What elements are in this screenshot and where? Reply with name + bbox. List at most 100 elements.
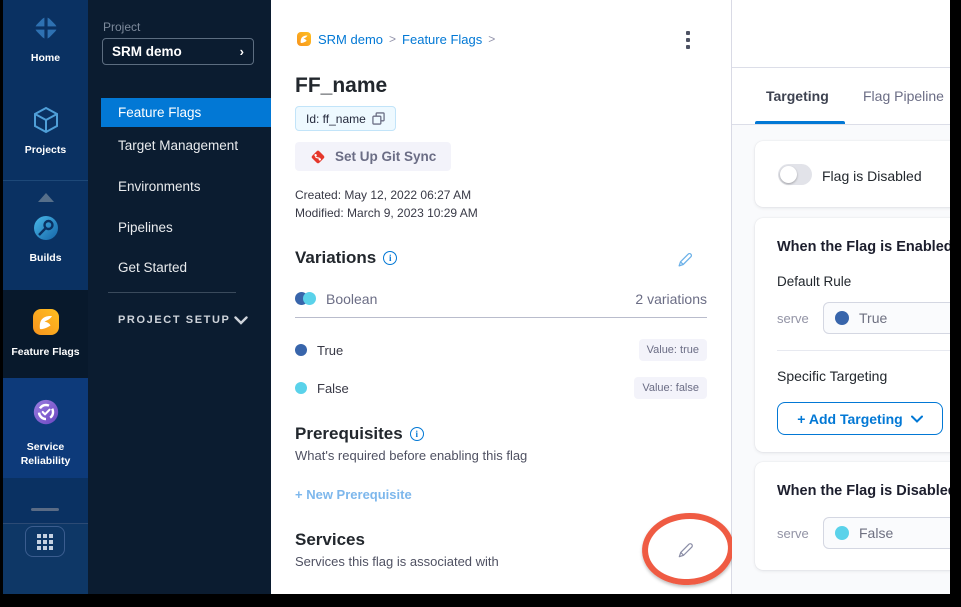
project-selector-value: SRM demo (112, 44, 182, 59)
modified-timestamp: Modified: March 9, 2023 10:29 AM (295, 206, 478, 220)
rail-label-home: Home (31, 52, 60, 64)
flag-state-card: Flag is Disabled (755, 141, 950, 207)
enabled-section-heading: When the Flag is Enabled (777, 239, 950, 255)
default-rule-label: Default Rule (777, 274, 851, 289)
chevron-down-icon (911, 415, 923, 423)
edit-variations-button[interactable] (676, 251, 694, 274)
variations-divider (295, 317, 707, 318)
true-value-badge: Value: true (639, 339, 707, 361)
flag-detail-main: SRM demo > Feature Flags > FF_name Id: f… (271, 0, 732, 594)
info-icon[interactable]: i (410, 427, 424, 441)
scroll-up-caret[interactable] (38, 193, 54, 202)
flag-options-menu-button[interactable] (679, 30, 697, 52)
set-up-git-sync-button[interactable]: Set Up Git Sync (295, 142, 451, 171)
info-icon[interactable]: i (383, 251, 397, 265)
projects-icon (30, 104, 62, 139)
panel-tabs: Targeting Flag Pipeline (732, 68, 950, 125)
rail-label-feature-flags: Feature Flags (11, 346, 79, 358)
card-divider (777, 350, 950, 351)
project-sidebar: Project SRM demo › Feature Flags Target … (88, 0, 271, 594)
rail-divider (3, 180, 88, 181)
rail-item-feature-flags[interactable]: Feature Flags (3, 306, 88, 358)
rail-bottom-section (3, 523, 88, 594)
true-variation-dot (835, 311, 849, 325)
chevron-right-icon: › (240, 44, 244, 59)
edit-services-button[interactable] (676, 541, 695, 565)
breadcrumb: SRM demo > Feature Flags > (296, 31, 495, 47)
rail-item-home[interactable]: Home (3, 12, 88, 64)
sidebar-item-environments[interactable]: Environments (101, 172, 271, 201)
tab-flag-pipeline[interactable]: Flag Pipeline (863, 88, 944, 104)
rail-item-service-reliability[interactable]: Service Reliability (3, 397, 88, 468)
disabled-rules-card: When the Flag is Disabled serve False (755, 462, 950, 570)
variation-type-label: Boolean (326, 291, 377, 307)
git-icon (310, 149, 326, 165)
boolean-type-icon (295, 292, 317, 306)
created-timestamp: Created: May 12, 2022 06:27 AM (295, 188, 471, 202)
enabled-rules-card: When the Flag is Enabled Default Rule se… (755, 218, 950, 452)
project-section-label: Project (103, 20, 140, 34)
services-description: Services this flag is associated with (295, 554, 499, 569)
module-rail: Home Projects (3, 0, 88, 594)
serve-true-dropdown[interactable]: True (823, 302, 950, 334)
sidebar-item-target-management[interactable]: Target Management (101, 131, 271, 160)
rail-label-reliability: Reliability (21, 455, 71, 467)
grid-icon (37, 534, 53, 550)
active-tab-indicator (755, 121, 845, 124)
variation-row-false: False Value: false (295, 377, 707, 399)
pencil-icon (676, 541, 695, 560)
flag-enabled-toggle[interactable] (778, 164, 812, 185)
breadcrumb-logo-icon (296, 31, 312, 47)
breadcrumb-separator: > (488, 32, 495, 46)
module-switcher-button[interactable] (25, 526, 65, 557)
rail-item-builds[interactable]: Builds (3, 212, 88, 264)
tab-targeting[interactable]: Targeting (766, 88, 829, 104)
variation-count: 2 variations (635, 291, 707, 307)
collapse-handle[interactable] (31, 508, 59, 511)
rail-item-projects[interactable]: Projects (3, 104, 88, 156)
builds-icon (30, 212, 62, 247)
add-targeting-button[interactable]: + Add Targeting (777, 402, 943, 435)
disabled-section-heading: When the Flag is Disabled (777, 483, 950, 499)
breadcrumb-section-link[interactable]: Feature Flags (402, 32, 482, 47)
project-setup-toggle[interactable]: PROJECT SETUP (118, 314, 248, 326)
serve-false-dropdown[interactable]: False (823, 517, 950, 549)
panel-body: Flag is Disabled When the Flag is Enable… (732, 125, 950, 594)
panel-header (732, 0, 950, 68)
variations-heading: Variations i (295, 248, 397, 268)
specific-targeting-label: Specific Targeting (777, 368, 887, 384)
sidebar-item-pipelines[interactable]: Pipelines (101, 213, 271, 242)
variation-type-row: Boolean 2 variations (295, 291, 707, 307)
default-rule-serve-row: serve True (777, 302, 950, 334)
prerequisites-description: What's required before enabling this fla… (295, 448, 527, 463)
false-value-badge: Value: false (634, 377, 707, 399)
copy-icon[interactable] (372, 112, 385, 125)
sidebar-divider (108, 292, 236, 293)
true-variation-dot (295, 344, 307, 356)
disabled-serve-row: serve False (777, 517, 950, 549)
pencil-icon (676, 251, 694, 269)
feature-flags-icon (30, 306, 62, 341)
chevron-down-icon (234, 316, 248, 325)
home-icon (30, 12, 62, 47)
flag-state-label: Flag is Disabled (822, 168, 922, 184)
app-window: Home Projects (3, 0, 950, 594)
new-prerequisite-link[interactable]: + New Prerequisite (295, 487, 412, 502)
sidebar-item-feature-flags[interactable]: Feature Flags (101, 98, 271, 127)
prerequisites-heading: Prerequisites i (295, 424, 424, 444)
sidebar-item-get-started[interactable]: Get Started (101, 253, 271, 282)
false-variation-dot (295, 382, 307, 394)
variation-row-true: True Value: true (295, 339, 707, 361)
rail-label-service: Service (27, 441, 64, 453)
false-variation-dot (835, 526, 849, 540)
targeting-panel: Targeting Flag Pipeline Flag is Disabled… (732, 0, 950, 594)
rail-label-projects: Projects (25, 144, 66, 156)
services-heading: Services (295, 530, 365, 550)
breadcrumb-separator: > (389, 32, 396, 46)
project-selector[interactable]: SRM demo › (102, 38, 254, 65)
flag-id-badge: Id: ff_name (295, 106, 396, 131)
page-title: FF_name (295, 74, 387, 98)
service-reliability-icon (31, 397, 61, 431)
rail-label-builds: Builds (29, 252, 61, 264)
breadcrumb-project-link[interactable]: SRM demo (318, 32, 383, 47)
